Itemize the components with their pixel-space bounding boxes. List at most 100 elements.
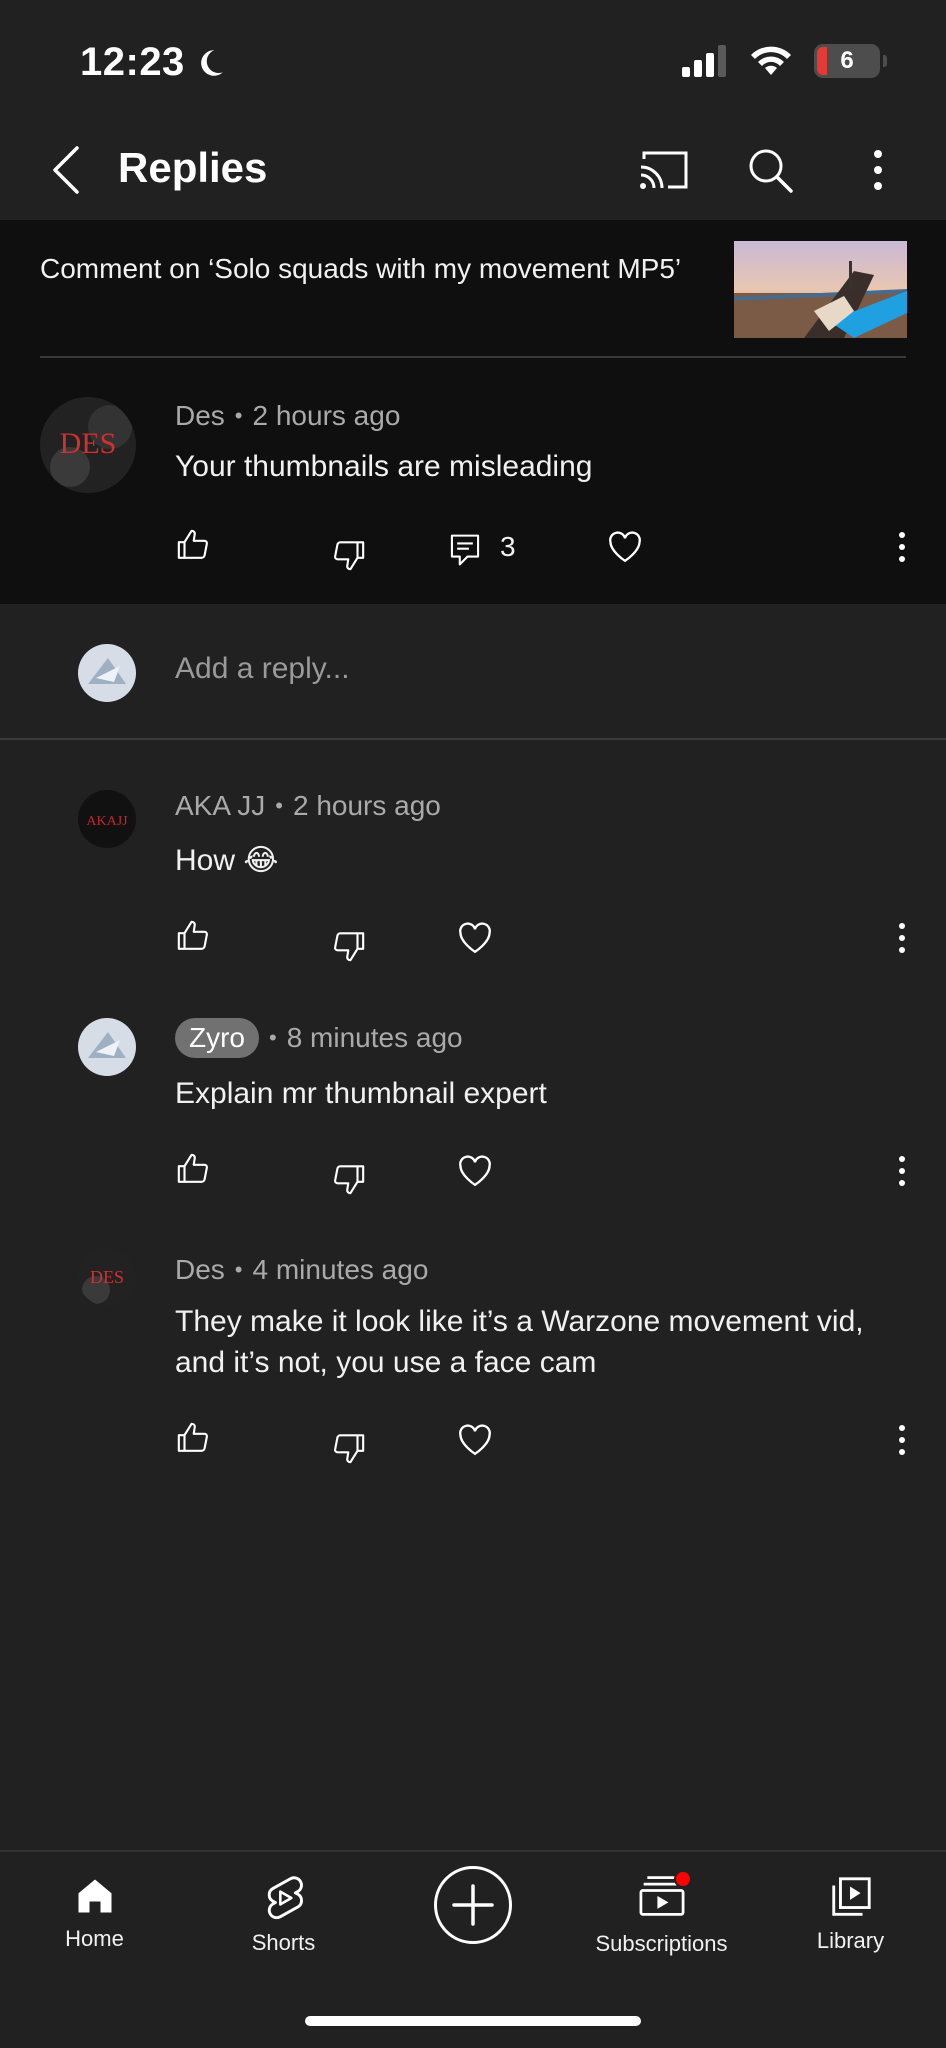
- shorts-icon: [267, 1876, 303, 1920]
- like-icon: [177, 1153, 208, 1183]
- avatar[interactable]: AKAJJ: [78, 790, 136, 848]
- header: Replies: [0, 120, 946, 220]
- reply-count: 3: [500, 531, 516, 562]
- dislike-button[interactable]: [324, 1423, 374, 1473]
- heart-icon: [609, 531, 641, 563]
- like-button[interactable]: [168, 1144, 218, 1194]
- like-button[interactable]: [168, 520, 218, 570]
- more-vert-icon: [899, 532, 905, 562]
- video-thumbnail[interactable]: [734, 241, 907, 338]
- avatar[interactable]: DES: [78, 1248, 136, 1306]
- comment-time: 2 hours ago: [252, 400, 401, 431]
- nav-home[interactable]: Home: [0, 1852, 189, 1992]
- parent-comment-panel: Comment on ‘Solo squads with my movement…: [0, 220, 946, 604]
- reply-text: They make it look like it’s a Warzone mo…: [175, 1305, 864, 1379]
- dislike-button[interactable]: [324, 921, 374, 971]
- subscriptions-icon-wrap: [638, 1870, 692, 1923]
- heart-button[interactable]: [450, 1415, 500, 1465]
- cast-icon: [640, 151, 688, 189]
- library-icon: [831, 1877, 871, 1916]
- heart-button[interactable]: [450, 1146, 500, 1196]
- reply-time: 4 minutes ago: [252, 1254, 429, 1285]
- reply-count-button[interactable]: [440, 525, 490, 575]
- more-vert-icon: [899, 1425, 905, 1455]
- more-vert-icon: [899, 1156, 905, 1186]
- comment-meta: Des • 2 hours ago: [175, 400, 401, 432]
- page-title: Replies: [118, 144, 268, 191]
- reply-meta: Des • 4 minutes ago: [175, 1254, 429, 1286]
- nav-library[interactable]: Library: [756, 1852, 945, 1992]
- status-time: 12:23: [80, 40, 227, 85]
- creator-author-chip[interactable]: Zyro: [175, 1018, 259, 1058]
- back-icon: [53, 146, 79, 194]
- clock-text: 12:23: [80, 40, 185, 84]
- comment-more-button[interactable]: [877, 522, 927, 572]
- nav-shorts[interactable]: Shorts: [189, 1852, 378, 1992]
- avatar[interactable]: DES: [40, 397, 136, 493]
- heart-icon: [459, 922, 491, 954]
- reply-text: Explain mr thumbnail expert: [175, 1077, 547, 1110]
- search-button[interactable]: [742, 142, 798, 198]
- reply-icon: [450, 534, 480, 566]
- home-icon: [78, 1879, 111, 1913]
- reply-more-button[interactable]: [877, 1415, 927, 1465]
- reply-more-button[interactable]: [877, 1146, 927, 1196]
- wifi-icon: [751, 46, 791, 75]
- nav-subscriptions-label: Subscriptions: [595, 1931, 728, 1956]
- create-button[interactable]: [434, 1866, 512, 1944]
- battery-indicator: 6: [814, 44, 887, 78]
- more-vert-icon: [899, 923, 905, 953]
- reply-time: 2 hours ago: [292, 790, 441, 821]
- video-context-title[interactable]: Comment on ‘Solo squads with my movement…: [40, 250, 700, 288]
- home-indicator: [305, 2016, 641, 2026]
- dislike-icon: [334, 932, 365, 962]
- avatar-text: DES: [90, 1267, 124, 1287]
- reply-meta: AKA JJ • 2 hours ago: [175, 790, 441, 822]
- reply-time: 8 minutes ago: [286, 1022, 463, 1053]
- dislike-icon: [334, 541, 365, 571]
- more-options-button[interactable]: [850, 142, 906, 198]
- avatar-text: AKAJJ: [86, 814, 128, 829]
- create-icon: [452, 1884, 494, 1926]
- nav-shorts-label: Shorts: [251, 1930, 316, 1955]
- status-indicators: 6: [682, 44, 887, 78]
- reply-author[interactable]: Des: [175, 1254, 225, 1286]
- dislike-icon: [334, 1434, 365, 1464]
- like-button[interactable]: [168, 911, 218, 961]
- signal-icon: [682, 45, 726, 77]
- dislike-button[interactable]: [324, 530, 374, 580]
- cast-button[interactable]: [636, 142, 692, 198]
- like-icon: [177, 529, 208, 559]
- like-button[interactable]: [168, 1413, 218, 1463]
- nav-home-label: Home: [65, 1926, 124, 1951]
- comment-author[interactable]: Des: [175, 400, 225, 432]
- nav-library-label: Library: [816, 1928, 885, 1953]
- like-icon: [177, 1422, 208, 1452]
- heart-icon: [459, 1424, 491, 1456]
- reply-more-button[interactable]: [877, 913, 927, 963]
- comment-text: Your thumbnails are misleading: [175, 450, 593, 483]
- nav-subscriptions[interactable]: Subscriptions: [567, 1852, 756, 1992]
- heart-button[interactable]: [450, 913, 500, 963]
- reply-text: How 😂: [175, 844, 279, 877]
- more-vert-icon: [874, 150, 882, 190]
- back-button[interactable]: [38, 142, 94, 198]
- add-reply-input[interactable]: Add a reply...: [175, 652, 350, 686]
- notification-dot: [673, 1870, 692, 1888]
- dislike-icon: [334, 1165, 365, 1195]
- divider: [40, 356, 906, 358]
- reply-author[interactable]: AKA JJ: [175, 790, 265, 822]
- search-icon: [749, 149, 793, 193]
- reply-meta: Zyro • 8 minutes ago: [175, 1018, 463, 1058]
- user-avatar: [78, 644, 136, 702]
- add-reply-bar: Add a reply...: [0, 604, 946, 740]
- avatar[interactable]: [78, 1018, 136, 1076]
- moon-icon: [200, 49, 223, 76]
- battery-level: 6: [840, 47, 854, 74]
- avatar-text: DES: [60, 427, 117, 460]
- status-bar: 12:23 6: [0, 0, 946, 120]
- heart-icon: [459, 1155, 491, 1187]
- heart-button[interactable]: [600, 522, 650, 572]
- dislike-button[interactable]: [324, 1154, 374, 1204]
- like-icon: [177, 920, 208, 950]
